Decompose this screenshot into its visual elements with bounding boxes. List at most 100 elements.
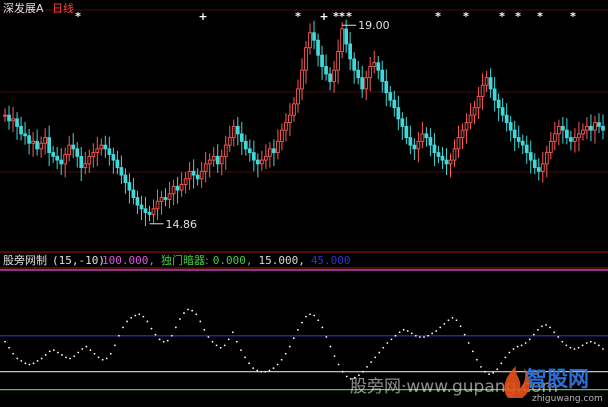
indicator-point bbox=[573, 348, 576, 350]
indicator-point bbox=[296, 328, 299, 331]
candle-body bbox=[404, 125, 409, 139]
candle-body bbox=[11, 118, 15, 122]
indicator-point bbox=[199, 320, 202, 323]
indicator-point bbox=[467, 342, 470, 344]
candle-body bbox=[492, 88, 497, 101]
indicator-legend: 100.000, 独门暗器: 0.000, 15.000, 45.000 bbox=[102, 253, 351, 267]
indicator-point bbox=[524, 342, 527, 344]
candle-body bbox=[512, 129, 517, 139]
indicator-point bbox=[195, 313, 198, 316]
indicator-point bbox=[325, 336, 328, 338]
candle-body bbox=[7, 114, 11, 122]
indicator-point bbox=[378, 351, 381, 354]
candle-body bbox=[292, 103, 296, 116]
candle-body bbox=[528, 152, 533, 161]
indicator-point bbox=[187, 308, 189, 311]
indicator-point bbox=[447, 319, 450, 322]
indicator-point bbox=[264, 370, 267, 373]
candle-body bbox=[496, 99, 501, 109]
indicator-point bbox=[516, 345, 519, 348]
low-marker-label: 14.86 bbox=[165, 218, 197, 231]
indicator-point bbox=[288, 345, 291, 348]
candle-body bbox=[472, 107, 477, 116]
candle-body bbox=[488, 77, 493, 90]
indicator-point bbox=[305, 315, 307, 318]
candle-body bbox=[179, 183, 184, 191]
candle-body bbox=[520, 140, 525, 146]
indicator-point bbox=[410, 332, 413, 335]
candle-body bbox=[400, 118, 405, 127]
candle-body bbox=[468, 114, 473, 124]
indicator-point bbox=[240, 349, 242, 352]
signal-marker: * bbox=[346, 10, 352, 23]
indicator-point bbox=[223, 344, 226, 347]
candle-body bbox=[408, 137, 413, 146]
legend-name: 独门暗器: bbox=[161, 253, 209, 267]
candle-body bbox=[508, 122, 513, 131]
indicator-point bbox=[280, 358, 283, 361]
candle-body bbox=[440, 155, 445, 161]
indicator-point bbox=[309, 313, 312, 316]
high-marker-label: 19.00 bbox=[358, 19, 390, 32]
candle-body bbox=[484, 77, 489, 86]
candle-body bbox=[340, 28, 344, 52]
candle-body bbox=[143, 208, 148, 213]
indicator-point bbox=[358, 374, 360, 377]
candle-body bbox=[420, 133, 425, 142]
indicator-point bbox=[130, 316, 133, 319]
candle-body bbox=[276, 140, 280, 154]
candle-body bbox=[171, 185, 176, 195]
candle-body bbox=[175, 185, 180, 191]
candle-body bbox=[380, 69, 385, 82]
indicator-point bbox=[284, 352, 287, 355]
indicator-point bbox=[459, 325, 462, 328]
indicator-point bbox=[597, 344, 600, 347]
candle-body bbox=[51, 152, 56, 157]
candle-body bbox=[83, 163, 88, 169]
indicator-point bbox=[484, 370, 486, 373]
candle-body bbox=[412, 144, 417, 150]
indicator-point bbox=[260, 370, 263, 373]
indicator-point bbox=[382, 346, 385, 349]
indicator-point bbox=[333, 355, 336, 358]
signal-marker: * bbox=[339, 10, 345, 23]
candle-body bbox=[107, 148, 112, 155]
candle-body bbox=[63, 154, 68, 165]
indicator-point bbox=[61, 354, 63, 356]
candle-body bbox=[300, 69, 304, 90]
indicator-point bbox=[174, 326, 177, 329]
period-label: 日线 bbox=[52, 1, 74, 15]
candle-body bbox=[356, 69, 361, 79]
signal-marker: * bbox=[435, 10, 441, 23]
indicator-point bbox=[244, 356, 246, 359]
watermark-logo-url: zhiguwang.com bbox=[532, 394, 603, 404]
indicator-point bbox=[150, 327, 153, 330]
candle-body bbox=[328, 73, 332, 82]
indicator-point bbox=[427, 334, 429, 337]
candle-body bbox=[207, 159, 212, 165]
candle-body bbox=[348, 43, 353, 60]
indicator-point bbox=[276, 363, 279, 366]
candle-body bbox=[544, 152, 549, 165]
indicator-params: (15,-10) bbox=[52, 254, 105, 267]
candle-body bbox=[569, 137, 573, 142]
candle-body bbox=[99, 144, 104, 150]
candle-body bbox=[376, 62, 381, 71]
indicator-point bbox=[126, 320, 128, 323]
candle-body bbox=[219, 155, 224, 165]
candle-body bbox=[500, 107, 505, 116]
indicator-point bbox=[341, 370, 344, 373]
candle-body bbox=[316, 39, 320, 56]
indicator-point bbox=[345, 375, 348, 378]
indicator-point bbox=[292, 337, 295, 340]
candle-body bbox=[388, 92, 393, 101]
indicator-point bbox=[541, 325, 543, 328]
candle-body bbox=[239, 133, 244, 142]
candle-body bbox=[392, 99, 397, 109]
signal-marker: + bbox=[319, 10, 328, 23]
candle-body bbox=[372, 62, 377, 67]
stock-name-label: 深发展A bbox=[3, 1, 44, 15]
watermark-logo-text: 智股网 bbox=[526, 367, 589, 391]
indicator-point bbox=[569, 346, 572, 349]
indicator-point bbox=[81, 348, 84, 350]
